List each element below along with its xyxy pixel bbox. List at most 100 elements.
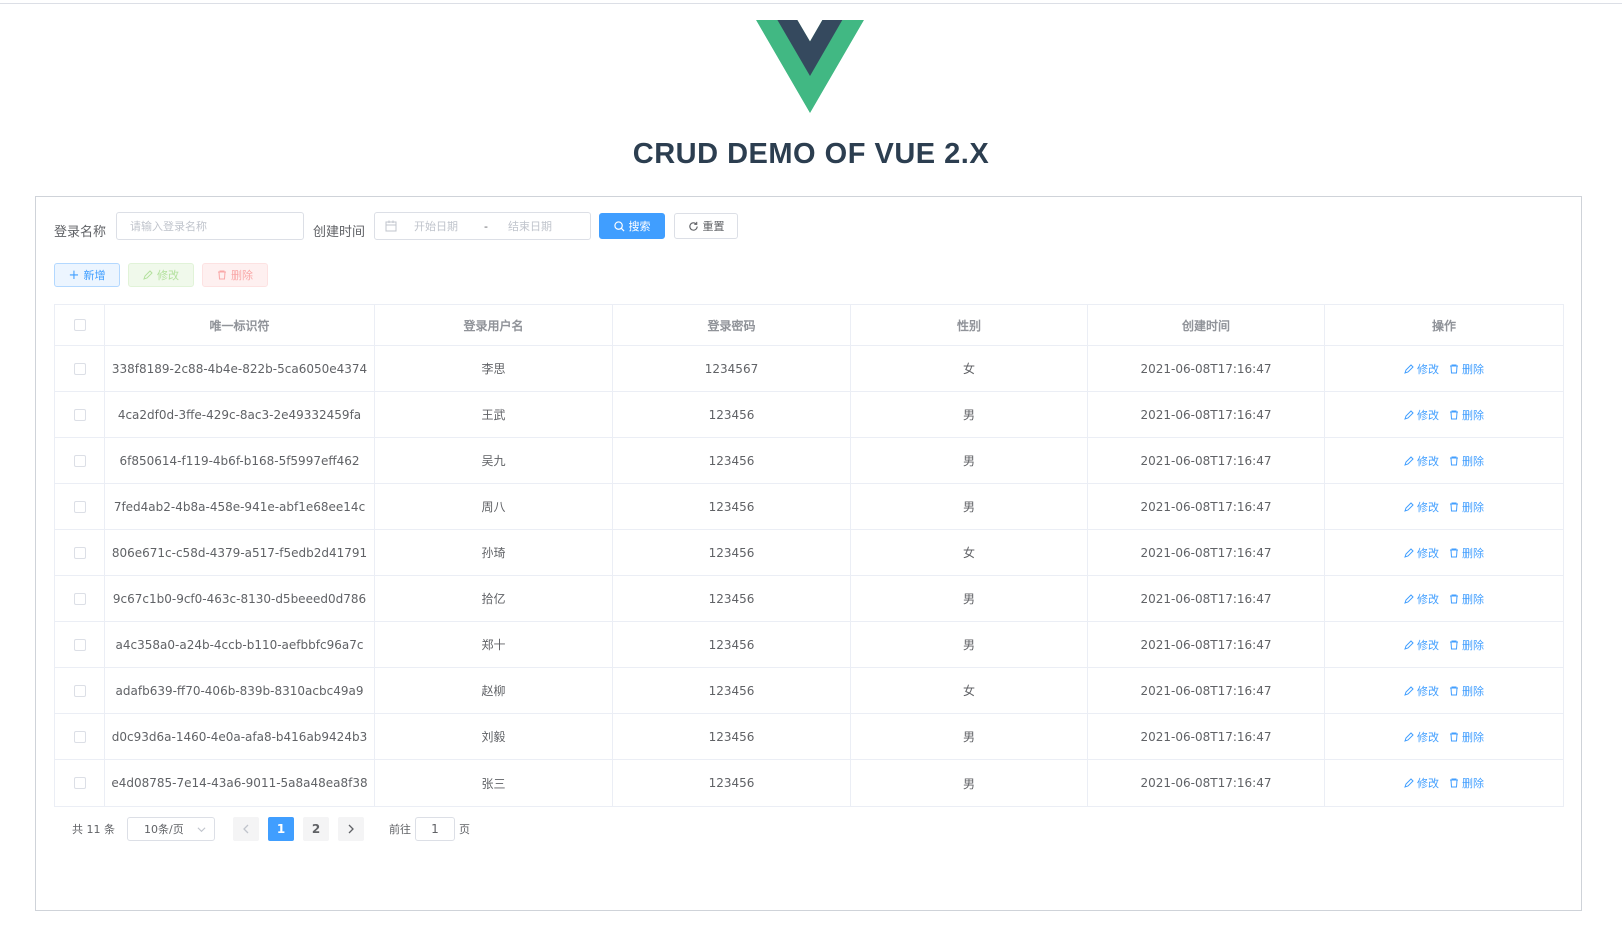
row-checkbox[interactable]: [73, 684, 86, 697]
table-row: 6f850614-f119-4b6f-b168-5f5997eff462 吴九 12…: [55, 438, 1563, 484]
page-button-2[interactable]: 2: [303, 817, 329, 841]
batch-delete-button[interactable]: 删除: [202, 263, 268, 287]
row-delete-button[interactable]: 删除: [1449, 453, 1484, 469]
header-gender: 性别: [851, 305, 1088, 345]
row-edit-label: 修改: [1417, 454, 1439, 468]
range-separator: -: [484, 219, 488, 233]
row-delete-button[interactable]: 删除: [1449, 637, 1484, 653]
edit-icon: [1404, 639, 1414, 650]
cell-username: 郑十: [375, 622, 613, 667]
row-checkbox[interactable]: [73, 730, 86, 743]
cell-actions: 修改 删除: [1325, 438, 1563, 483]
row-edit-label: 修改: [1417, 362, 1439, 376]
row-edit-button[interactable]: 修改: [1404, 591, 1439, 607]
row-delete-button[interactable]: 删除: [1449, 729, 1484, 745]
row-delete-button[interactable]: 删除: [1449, 545, 1484, 561]
row-checkbox[interactable]: [73, 362, 86, 375]
row-checkbox[interactable]: [73, 592, 86, 605]
row-checkbox[interactable]: [73, 638, 86, 651]
row-checkbox[interactable]: [73, 777, 86, 789]
row-checkbox[interactable]: [73, 408, 86, 421]
row-select-cell: [55, 622, 105, 667]
login-name-input[interactable]: [117, 219, 303, 233]
cell-created: 2021-06-08T17:16:47: [1088, 622, 1325, 667]
row-edit-button[interactable]: 修改: [1404, 637, 1439, 653]
cell-actions: 修改 删除: [1325, 392, 1563, 437]
cell-password: 123456: [613, 668, 851, 713]
goto-suffix: 页: [459, 823, 470, 836]
cell-actions: 修改 删除: [1325, 346, 1563, 391]
cell-actions: 修改 删除: [1325, 576, 1563, 621]
table-row: 7fed4ab2-4b8a-458e-941e-abf1e68ee14c 周八 12…: [55, 484, 1563, 530]
row-edit-button[interactable]: 修改: [1404, 729, 1439, 745]
add-button[interactable]: + 新增: [54, 263, 120, 287]
row-delete-button[interactable]: 删除: [1449, 499, 1484, 515]
edit-icon: [1404, 685, 1414, 696]
row-delete-label: 删除: [1462, 638, 1484, 652]
delete-icon: [1450, 778, 1458, 788]
date-range-picker[interactable]: 开始日期 - 结束日期: [374, 212, 591, 240]
page-button-1[interactable]: 1: [268, 817, 294, 841]
cell-id: 6f850614-f119-4b6f-b168-5f5997eff462: [105, 438, 375, 483]
cell-username: 拾亿: [375, 576, 613, 621]
page-size-select[interactable]: 10条/页: [127, 817, 215, 841]
create-time-label: 创建时间: [313, 225, 366, 240]
row-edit-button[interactable]: 修改: [1404, 775, 1439, 791]
row-delete-label: 删除: [1462, 777, 1484, 790]
prev-page-button[interactable]: [233, 817, 259, 841]
search-button[interactable]: 搜索: [599, 213, 665, 239]
cell-gender: 男: [851, 760, 1088, 806]
cell-actions: 修改 删除: [1325, 622, 1563, 667]
cell-username: 吴九: [375, 438, 613, 483]
cell-created: 2021-06-08T17:16:47: [1088, 576, 1325, 621]
table-body: 338f8189-2c88-4b4e-822b-5ca6050e4374 李思 12…: [55, 346, 1563, 806]
edit-icon: [1404, 409, 1414, 420]
goto-page-input[interactable]: [415, 817, 455, 841]
row-edit-button[interactable]: 修改: [1404, 453, 1439, 469]
reset-button[interactable]: 重置: [674, 213, 738, 239]
row-delete-button[interactable]: 删除: [1449, 361, 1484, 377]
cell-id: 4ca2df0d-3ffe-429c-8ac3-2e49332459fa: [105, 392, 375, 437]
row-edit-button[interactable]: 修改: [1404, 407, 1439, 423]
chevron-right-icon: [348, 824, 354, 834]
cell-actions: 修改 删除: [1325, 668, 1563, 713]
row-edit-button[interactable]: 修改: [1404, 545, 1439, 561]
delete-icon: [1450, 640, 1458, 649]
row-edit-label: 修改: [1417, 684, 1439, 698]
batch-edit-button-label: 修改: [157, 269, 179, 282]
row-delete-button[interactable]: 删除: [1449, 683, 1484, 699]
next-page-button[interactable]: [338, 817, 364, 841]
row-checkbox[interactable]: [73, 546, 86, 559]
row-select-cell: [55, 484, 105, 529]
cell-password: 123456: [613, 484, 851, 529]
end-date-input[interactable]: 结束日期: [508, 218, 552, 234]
row-edit-button[interactable]: 修改: [1404, 683, 1439, 699]
row-edit-button[interactable]: 修改: [1404, 361, 1439, 377]
row-edit-button[interactable]: 修改: [1404, 499, 1439, 515]
page-size-value: 10条/页: [144, 823, 184, 836]
start-date-input[interactable]: 开始日期: [414, 218, 484, 234]
goto-label: 前往: [389, 823, 411, 836]
row-delete-button[interactable]: 删除: [1449, 775, 1484, 791]
cell-created: 2021-06-08T17:16:47: [1088, 668, 1325, 713]
row-select-cell: [55, 668, 105, 713]
row-checkbox[interactable]: [73, 454, 86, 467]
row-checkbox[interactable]: [73, 500, 86, 513]
cell-password: 123456: [613, 622, 851, 667]
cell-gender: 男: [851, 438, 1088, 483]
cell-username: 赵柳: [375, 668, 613, 713]
row-delete-button[interactable]: 删除: [1449, 591, 1484, 607]
cell-created: 2021-06-08T17:16:47: [1088, 484, 1325, 529]
batch-edit-button[interactable]: 修改: [128, 263, 194, 287]
select-all-checkbox[interactable]: [73, 319, 86, 331]
cell-id: 9c67c1b0-9cf0-463c-8130-d5beeed0d786: [105, 576, 375, 621]
cell-gender: 男: [851, 484, 1088, 529]
row-delete-button[interactable]: 删除: [1449, 407, 1484, 423]
delete-icon: [1450, 456, 1458, 465]
page-title: CRUD DEMO OF VUE 2.X: [632, 138, 990, 170]
cell-id: d0c93d6a-1460-4e0a-afa8-b416ab9424b3: [105, 714, 375, 759]
row-edit-label: 修改: [1417, 592, 1439, 606]
header-password: 登录密码: [613, 305, 851, 345]
row-edit-label: 修改: [1417, 408, 1439, 422]
cell-password: 123456: [613, 530, 851, 575]
